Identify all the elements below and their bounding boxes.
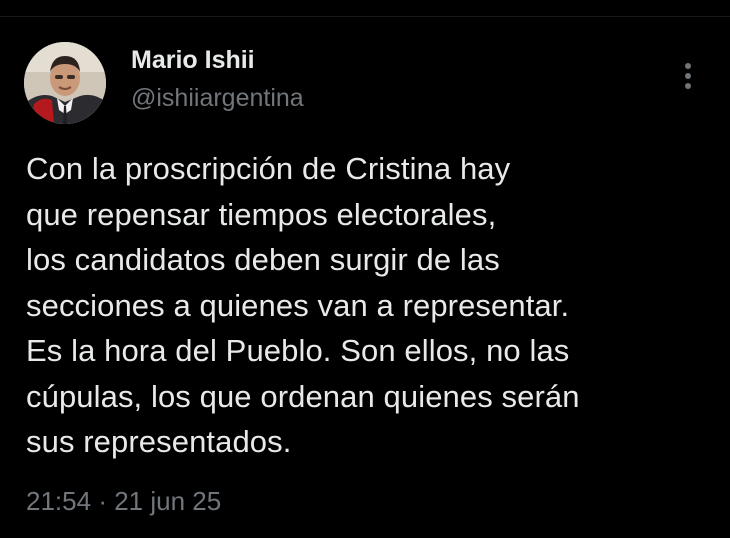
tweet-text-line: los candidatos deben surgir de las: [26, 242, 500, 277]
meta-separator: ·: [98, 486, 107, 516]
tweet-text-line: Es la hora del Pueblo. Son ellos, no las: [26, 333, 570, 368]
tweet-card: Mario Ishii @ishiiargentina Con la prosc…: [0, 0, 730, 538]
author-name[interactable]: Mario Ishii: [131, 46, 255, 75]
tweet-text: Con la proscripción de Cristina hay que …: [26, 146, 716, 465]
tweet-time[interactable]: 21:54: [26, 486, 91, 516]
avatar[interactable]: [24, 42, 106, 124]
tweet-date[interactable]: 21 jun 25: [114, 486, 221, 516]
tweet-text-line: secciones a quienes van a representar.: [26, 287, 570, 323]
tweet-text-line: sus representados.: [26, 424, 292, 459]
more-vertical-icon: [685, 63, 691, 89]
tweet-text-line: que repensar tiempos electorales,: [26, 196, 497, 232]
tweet-text-line: Con la proscripción de Cristina hay: [26, 151, 511, 186]
avatar-photo: [24, 42, 106, 124]
tweet-timestamp: 21:54 · 21 jun 25: [26, 486, 221, 517]
tweet-text-line: cúpulas, los que ordenan quienes serán: [26, 378, 580, 414]
author-handle[interactable]: @ishiiargentina: [131, 84, 304, 113]
more-options-button[interactable]: [674, 58, 702, 94]
